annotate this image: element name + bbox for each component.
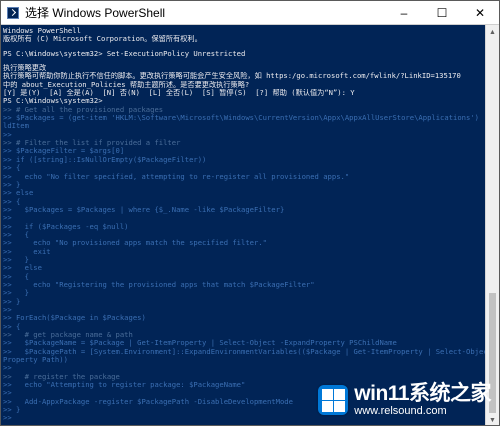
watermark-title: win11系统之家 bbox=[354, 382, 491, 405]
maximize-button[interactable]: ☐ bbox=[423, 1, 461, 25]
console-line: 中的 about_Execution_Policies 帮助主题所述。是否要更改… bbox=[3, 80, 250, 89]
console-line: >> else bbox=[3, 189, 34, 198]
console-line: >> exit bbox=[3, 247, 51, 256]
console-line: 执行策略可帮助你防止执行不信任的脚本。更改执行策略可能会产生安全风险，如 htt… bbox=[3, 72, 461, 81]
console-line: >> else bbox=[3, 264, 42, 273]
console-line: >> # register the package bbox=[3, 372, 120, 381]
console-line: >> $Packages = (get-item 'HKLM:\Software… bbox=[3, 114, 487, 123]
console-line: >> { bbox=[3, 197, 21, 206]
console-line: >> # get package name & path bbox=[3, 331, 133, 340]
watermark-url: www.relsound.com bbox=[354, 405, 447, 417]
close-button[interactable]: ✕ bbox=[461, 1, 499, 25]
console-line: >> } bbox=[3, 289, 29, 298]
console-line: >> bbox=[3, 306, 12, 314]
console-line: >> } bbox=[3, 180, 21, 189]
watermark-text: win11系统之家 www.relsound.com bbox=[354, 382, 491, 418]
console-line: >> # Filter the list if provided a filte… bbox=[3, 139, 181, 148]
powershell-icon bbox=[7, 6, 19, 19]
console-line: >> if ([string]::IsNullOrEmpty($PackageF… bbox=[3, 155, 207, 164]
console-line: >> echo "No filter specified, attempting… bbox=[3, 172, 350, 181]
watermark: win11系统之家 www.relsound.com bbox=[318, 383, 491, 417]
powershell-window: 选择 Windows PowerShell – ☐ ✕ Windows Powe… bbox=[0, 0, 500, 426]
title-bar[interactable]: 选择 Windows PowerShell – ☐ ✕ bbox=[1, 1, 499, 25]
console-line: >> $PackageName = $Package | Get-ItemPro… bbox=[3, 339, 397, 348]
console-line: >> if ($Packages -eq $null) bbox=[3, 222, 129, 231]
console-line: PS C:\Windows\system32> Set-ExecutionPol… bbox=[3, 49, 246, 58]
console-line: >> bbox=[3, 130, 12, 139]
console-line: >> ForEach($Package in $Packages) bbox=[3, 314, 146, 323]
console-line: >> bbox=[3, 214, 12, 223]
console-line: >> # Get all the provisioned packages bbox=[3, 105, 164, 114]
console-line: ldItem bbox=[3, 122, 29, 131]
console-line: >> echo "No provisioned apps match the s… bbox=[3, 239, 267, 248]
console-line: Property Path)) bbox=[3, 356, 68, 365]
scroll-up-icon[interactable]: ▲ bbox=[486, 25, 499, 39]
console-line: >> $PackagePath = [System.Environment]::… bbox=[3, 347, 487, 356]
console-line: >> } bbox=[3, 297, 21, 306]
console-line: >> { bbox=[3, 230, 29, 239]
console-line: >> bbox=[3, 364, 12, 373]
windows-logo-icon bbox=[318, 385, 349, 415]
console-line: >> { bbox=[3, 164, 21, 173]
console-line: [Y] 是(Y) [A] 全是(A) [N] 否(N) [L] 全否(L) [S… bbox=[3, 89, 355, 98]
console-line: >> echo "Registering the provisioned app… bbox=[3, 280, 315, 289]
minimize-button[interactable]: – bbox=[385, 1, 423, 25]
console-line: >> { bbox=[3, 272, 29, 281]
window-controls: – ☐ ✕ bbox=[385, 1, 499, 25]
console-line: >> } bbox=[3, 255, 29, 264]
console-output[interactable]: Windows PowerShell 版权所有 (C) Microsoft Cor… bbox=[1, 25, 487, 425]
console-line: PS C:\Windows\system32> bbox=[3, 97, 103, 106]
console-line: >> $Packages = $Packages | where {$_.Nam… bbox=[3, 205, 285, 214]
vertical-scrollbar[interactable]: ▲ ▼ bbox=[485, 25, 499, 425]
console-line: 执行策略更改 bbox=[3, 64, 47, 73]
console-line: >> { bbox=[3, 322, 21, 331]
console-line: Windows PowerShell bbox=[3, 27, 81, 35]
console-line: >> $PackageFilter = $args[0] bbox=[3, 147, 125, 156]
console-line: 版权所有 (C) Microsoft Corporation。保留所有权利。 bbox=[3, 35, 202, 44]
window-title: 选择 Windows PowerShell bbox=[25, 6, 166, 20]
